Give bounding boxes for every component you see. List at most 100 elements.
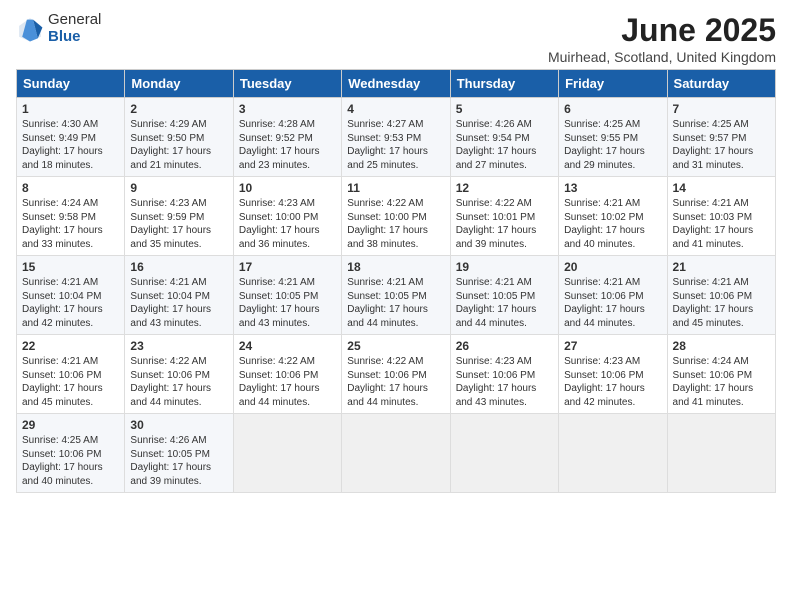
calendar-table: SundayMondayTuesdayWednesdayThursdayFrid… [16,69,776,493]
logo-icon [16,15,44,43]
day-number: 11 [347,181,444,195]
day-number: 25 [347,339,444,353]
day-number: 16 [130,260,227,274]
main-title: June 2025 [548,12,776,49]
calendar-week-row: 1 Sunrise: 4:30 AM Sunset: 9:49 PM Daylig… [17,98,776,177]
day-number: 29 [22,418,119,432]
day-number: 21 [673,260,770,274]
calendar-cell: 23 Sunrise: 4:22 AM Sunset: 10:06 PM Dayl… [125,335,233,414]
calendar-cell: 16 Sunrise: 4:21 AM Sunset: 10:04 PM Dayl… [125,256,233,335]
day-info: Sunrise: 4:24 AM Sunset: 10:06 PM Daylig… [673,355,770,409]
subtitle: Muirhead, Scotland, United Kingdom [548,49,776,65]
calendar-cell: 21Sunrise: 4:21 AM Sunset: 10:06 PM Dayl… [667,256,775,335]
day-info: Sunrise: 4:21 AM Sunset: 10:06 PM Daylig… [22,355,119,409]
day-info: Sunrise: 4:26 AM Sunset: 10:05 PM Daylig… [130,434,227,488]
day-info: Sunrise: 4:21 AM Sunset: 10:06 PM Daylig… [564,276,661,330]
calendar-cell: 26Sunrise: 4:23 AM Sunset: 10:06 PM Dayl… [450,335,558,414]
day-info: Sunrise: 4:25 AM Sunset: 9:57 PM Dayligh… [673,118,770,172]
day-info: Sunrise: 4:22 AM Sunset: 10:01 PM Daylig… [456,197,553,251]
day-number: 20 [564,260,661,274]
day-info: Sunrise: 4:21 AM Sunset: 10:02 PM Daylig… [564,197,661,251]
calendar-day-header: Sunday [17,70,125,98]
day-info: Sunrise: 4:21 AM Sunset: 10:05 PM Daylig… [239,276,336,330]
day-info: Sunrise: 4:21 AM Sunset: 10:04 PM Daylig… [130,276,227,330]
calendar-cell: 2Sunrise: 4:29 AM Sunset: 9:50 PM Daylig… [125,98,233,177]
day-info: Sunrise: 4:21 AM Sunset: 10:05 PM Daylig… [347,276,444,330]
day-number: 5 [456,102,553,116]
calendar-cell: 1 Sunrise: 4:30 AM Sunset: 9:49 PM Daylig… [17,98,125,177]
calendar-cell [342,414,450,493]
day-info: Sunrise: 4:28 AM Sunset: 9:52 PM Dayligh… [239,118,336,172]
day-number: 17 [239,260,336,274]
day-number: 26 [456,339,553,353]
calendar-day-header: Thursday [450,70,558,98]
day-number: 30 [130,418,227,432]
calendar-cell [559,414,667,493]
day-info: Sunrise: 4:22 AM Sunset: 10:06 PM Daylig… [239,355,336,409]
calendar-week-row: 8 Sunrise: 4:24 AM Sunset: 9:58 PM Daylig… [17,177,776,256]
calendar-cell: 29 Sunrise: 4:25 AM Sunset: 10:06 PM Dayl… [17,414,125,493]
title-block: June 2025 Muirhead, Scotland, United Kin… [548,12,776,65]
day-info: Sunrise: 4:25 AM Sunset: 10:06 PM Daylig… [22,434,119,488]
day-number: 23 [130,339,227,353]
day-number: 3 [239,102,336,116]
logo: General Blue [16,12,101,45]
calendar-cell: 20 Sunrise: 4:21 AM Sunset: 10:06 PM Dayl… [559,256,667,335]
calendar-cell [667,414,775,493]
day-number: 4 [347,102,444,116]
day-info: Sunrise: 4:21 AM Sunset: 10:04 PM Daylig… [22,276,119,330]
day-info: Sunrise: 4:23 AM Sunset: 10:00 PM Daylig… [239,197,336,251]
calendar-day-header: Tuesday [233,70,341,98]
calendar-cell: 8 Sunrise: 4:24 AM Sunset: 9:58 PM Daylig… [17,177,125,256]
day-info: Sunrise: 4:26 AM Sunset: 9:54 PM Dayligh… [456,118,553,172]
day-number: 7 [673,102,770,116]
calendar-cell: 7 Sunrise: 4:25 AM Sunset: 9:57 PM Daylig… [667,98,775,177]
calendar-week-row: 22Sunrise: 4:21 AM Sunset: 10:06 PM Dayl… [17,335,776,414]
calendar-cell: 25 Sunrise: 4:22 AM Sunset: 10:06 PM Dayl… [342,335,450,414]
day-info: Sunrise: 4:27 AM Sunset: 9:53 PM Dayligh… [347,118,444,172]
day-number: 1 [22,102,119,116]
day-number: 15 [22,260,119,274]
day-number: 2 [130,102,227,116]
day-info: Sunrise: 4:24 AM Sunset: 9:58 PM Dayligh… [22,197,119,251]
page: General Blue June 2025 Muirhead, Scotlan… [0,0,792,612]
calendar-cell: 4 Sunrise: 4:27 AM Sunset: 9:53 PM Daylig… [342,98,450,177]
calendar-day-header: Friday [559,70,667,98]
calendar-week-row: 29 Sunrise: 4:25 AM Sunset: 10:06 PM Dayl… [17,414,776,493]
day-number: 6 [564,102,661,116]
day-info: Sunrise: 4:21 AM Sunset: 10:05 PM Daylig… [456,276,553,330]
day-info: Sunrise: 4:30 AM Sunset: 9:49 PM Dayligh… [22,118,119,172]
day-info: Sunrise: 4:21 AM Sunset: 10:03 PM Daylig… [673,197,770,251]
day-number: 19 [456,260,553,274]
calendar-cell [233,414,341,493]
calendar-cell: 3 Sunrise: 4:28 AM Sunset: 9:52 PM Daylig… [233,98,341,177]
day-info: Sunrise: 4:22 AM Sunset: 10:06 PM Daylig… [130,355,227,409]
day-number: 10 [239,181,336,195]
day-info: Sunrise: 4:23 AM Sunset: 10:06 PM Daylig… [564,355,661,409]
day-number: 27 [564,339,661,353]
calendar-cell: 22Sunrise: 4:21 AM Sunset: 10:06 PM Dayl… [17,335,125,414]
calendar-cell: 17 Sunrise: 4:21 AM Sunset: 10:05 PM Dayl… [233,256,341,335]
day-info: Sunrise: 4:22 AM Sunset: 10:06 PM Daylig… [347,355,444,409]
calendar-cell: 14Sunrise: 4:21 AM Sunset: 10:03 PM Dayl… [667,177,775,256]
calendar-cell: 30 Sunrise: 4:26 AM Sunset: 10:05 PM Dayl… [125,414,233,493]
day-number: 8 [22,181,119,195]
day-number: 9 [130,181,227,195]
day-number: 13 [564,181,661,195]
calendar-cell [450,414,558,493]
calendar-cell: 10 Sunrise: 4:23 AM Sunset: 10:00 PM Dayl… [233,177,341,256]
calendar-day-header: Saturday [667,70,775,98]
day-number: 18 [347,260,444,274]
calendar-cell: 5 Sunrise: 4:26 AM Sunset: 9:54 PM Daylig… [450,98,558,177]
calendar-cell: 27 Sunrise: 4:23 AM Sunset: 10:06 PM Dayl… [559,335,667,414]
calendar-cell: 18 Sunrise: 4:21 AM Sunset: 10:05 PM Dayl… [342,256,450,335]
day-info: Sunrise: 4:25 AM Sunset: 9:55 PM Dayligh… [564,118,661,172]
logo-general: General [48,12,101,29]
calendar-cell: 11 Sunrise: 4:22 AM Sunset: 10:00 PM Dayl… [342,177,450,256]
day-number: 12 [456,181,553,195]
calendar-header-row: SundayMondayTuesdayWednesdayThursdayFrid… [17,70,776,98]
day-info: Sunrise: 4:22 AM Sunset: 10:00 PM Daylig… [347,197,444,251]
day-info: Sunrise: 4:23 AM Sunset: 9:59 PM Dayligh… [130,197,227,251]
day-number: 28 [673,339,770,353]
calendar-cell: 12 Sunrise: 4:22 AM Sunset: 10:01 PM Dayl… [450,177,558,256]
